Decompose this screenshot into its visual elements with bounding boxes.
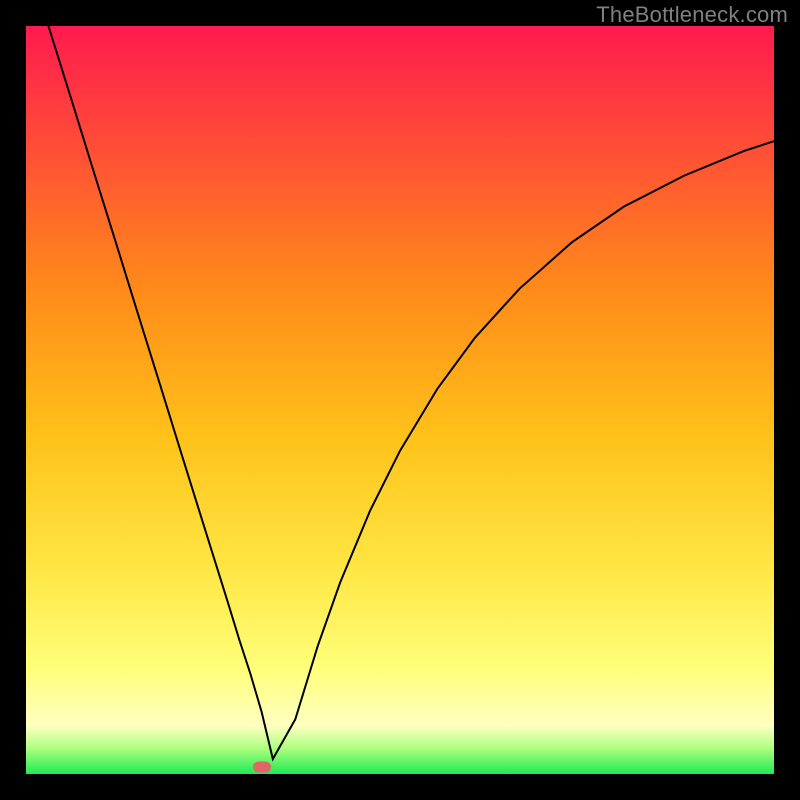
bottleneck-curve (48, 26, 774, 759)
chart-frame: TheBottleneck.com (0, 0, 800, 800)
curve-layer (26, 26, 774, 774)
current-point-marker (253, 761, 271, 772)
watermark-text: TheBottleneck.com (596, 2, 788, 28)
plot-area (26, 26, 774, 774)
